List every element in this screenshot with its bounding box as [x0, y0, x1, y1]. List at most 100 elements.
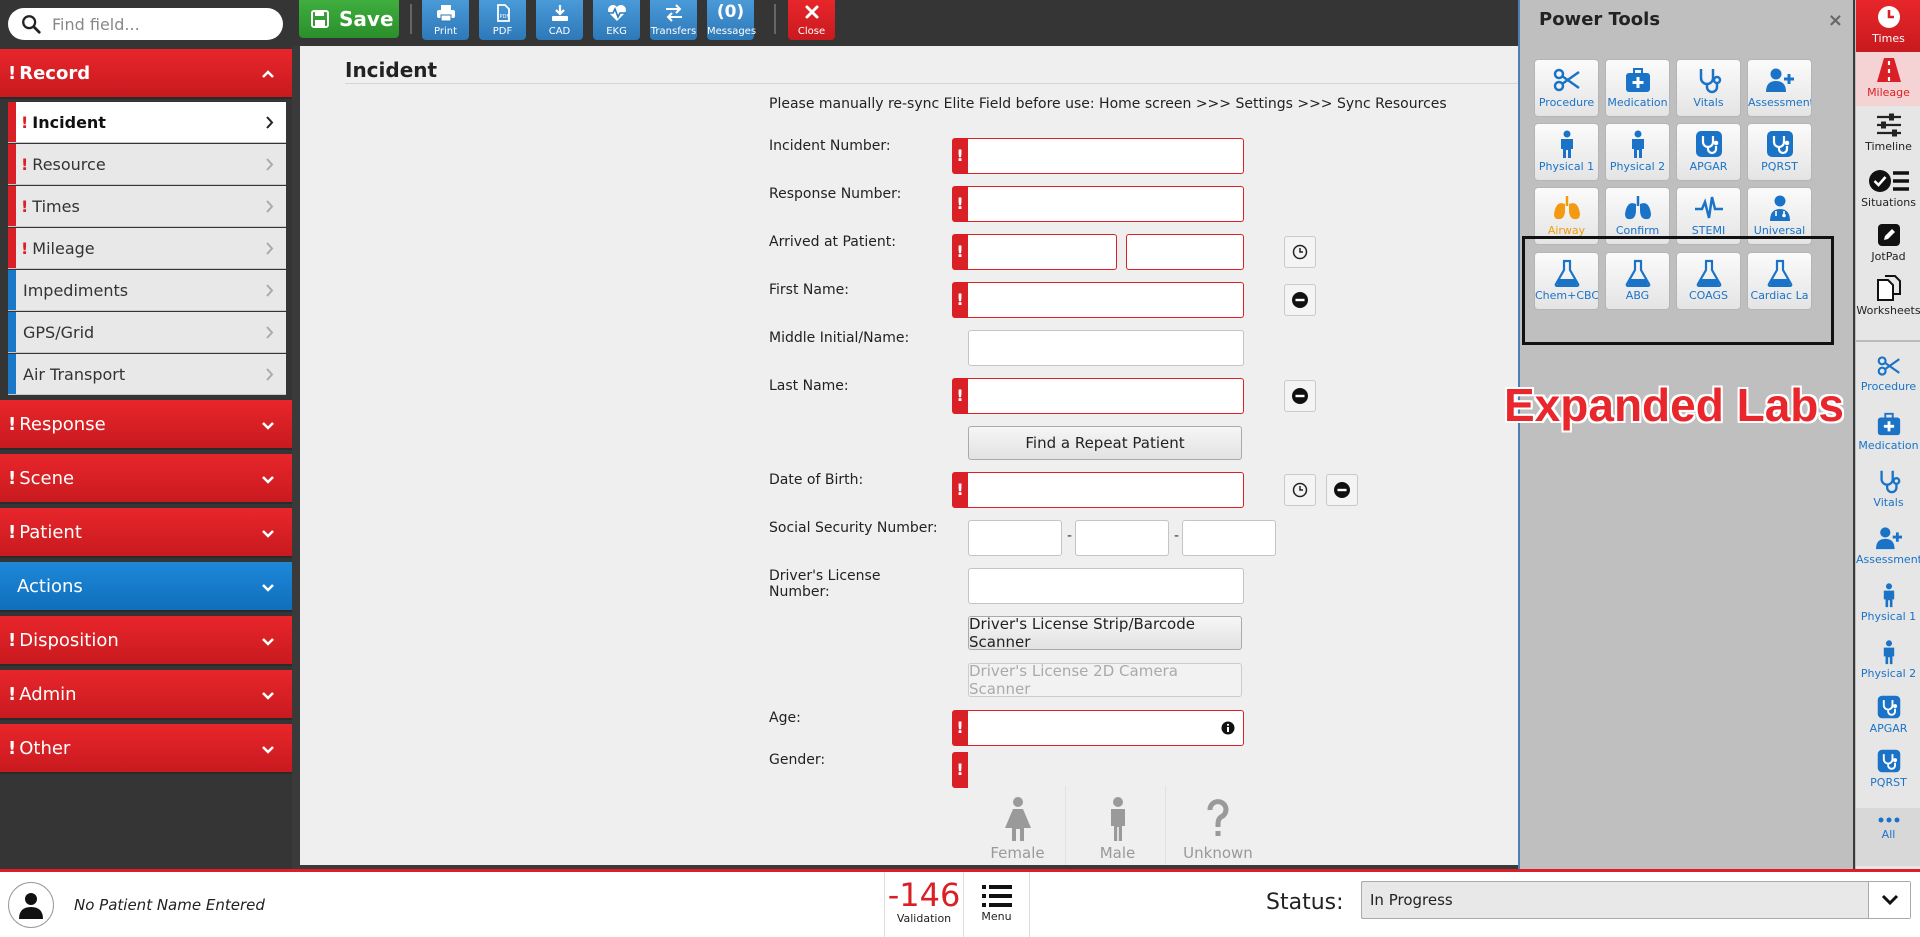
download-icon [551, 5, 568, 21]
section-other[interactable]: ! Other [0, 724, 292, 774]
rail-item-timeline[interactable]: Timeline [1856, 112, 1920, 153]
rail-item-times[interactable]: Times [1856, 0, 1920, 52]
road-icon [1876, 58, 1901, 82]
tile-physical-2[interactable]: Physical 2 [1605, 123, 1670, 181]
search-input[interactable] [52, 14, 272, 34]
age-field[interactable] [968, 710, 1244, 746]
tile-assessment[interactable]: Assessment [1747, 59, 1812, 117]
rail-item-jotpad[interactable]: JotPad [1856, 222, 1920, 263]
rail-item-physical-2[interactable]: Physical 2 [1856, 639, 1920, 680]
date-of-birth-field[interactable] [968, 472, 1244, 508]
section-patient[interactable]: ! Patient [0, 508, 292, 558]
last-name-clear-button[interactable] [1284, 380, 1316, 412]
rail-item-mileage[interactable]: Mileage [1856, 52, 1920, 106]
pdf-button[interactable]: PDF PDF [479, 0, 526, 40]
sidebar-item-gps-grid[interactable]: GPS/Grid [8, 312, 286, 353]
gender-female-option[interactable]: Female [970, 786, 1066, 865]
doctor-icon [1769, 195, 1790, 221]
section-scene[interactable]: ! Scene [0, 454, 292, 504]
cad-button[interactable]: CAD [536, 0, 583, 40]
rail-item-vitals[interactable]: Vitals [1856, 468, 1920, 509]
section-response[interactable]: ! Response [0, 400, 292, 450]
incident-number-field[interactable] [968, 138, 1244, 174]
section-actions[interactable]: Actions [0, 562, 292, 612]
section-admin[interactable]: ! Admin [0, 670, 292, 720]
print-button[interactable]: Print [422, 0, 469, 40]
tile-apgar[interactable]: APGAR [1676, 123, 1741, 181]
list-menu-icon [981, 885, 1012, 907]
close-icon [805, 5, 818, 19]
tile-physical-1[interactable]: Physical 1 [1534, 123, 1599, 181]
dl-barcode-scanner-button[interactable]: Driver's License Strip/Barcode Scanner [968, 615, 1242, 651]
tile-procedure[interactable]: Procedure [1534, 59, 1599, 117]
floppy-icon [311, 10, 329, 28]
sidebar-item-resource[interactable]: ! Resource [8, 144, 286, 185]
more-dots-icon [1878, 817, 1899, 823]
first-name-field[interactable] [968, 282, 1244, 318]
rail-item-physical-1[interactable]: Physical 1 [1856, 582, 1920, 623]
rail-item-worksheets[interactable]: Worksheets [1856, 274, 1920, 317]
section-label: Admin [19, 683, 77, 705]
response-number-field[interactable] [968, 186, 1244, 222]
tile-label: Physical 2 [1609, 160, 1666, 173]
rail-label: Assessment [1856, 553, 1920, 566]
rail-item-procedure[interactable]: Procedure [1856, 354, 1920, 393]
dob-clock-button[interactable] [1284, 474, 1316, 506]
middle-name-field[interactable] [968, 330, 1244, 366]
power-tools-close-button[interactable]: × [1828, 10, 1843, 31]
ekg-button[interactable]: EKG [593, 0, 640, 40]
dl-camera-scanner-button[interactable]: Driver's License 2D Camera Scanner [968, 662, 1242, 698]
avatar[interactable] [8, 882, 54, 928]
field-search[interactable] [8, 8, 283, 40]
ssn-part3-field[interactable] [1182, 520, 1276, 556]
arrived-clock-button[interactable] [1284, 236, 1316, 268]
svg-text:PDF: PDF [499, 14, 509, 20]
rail-item-assessment[interactable]: Assessment [1856, 525, 1920, 566]
chevron-right-icon [266, 326, 274, 339]
ssn-part2-field[interactable] [1075, 520, 1169, 556]
tile-vitals[interactable]: Vitals [1676, 59, 1741, 117]
find-repeat-patient-button[interactable]: Find a Repeat Patient [968, 426, 1242, 460]
info-icon[interactable] [1221, 721, 1235, 735]
messages-button[interactable]: (0) Messages [707, 0, 756, 40]
arrived-date-field[interactable] [968, 234, 1117, 270]
rail-label: APGAR [1869, 722, 1908, 735]
dob-clear-button[interactable] [1326, 474, 1358, 506]
sidebar-item-air-transport[interactable]: Air Transport [8, 354, 286, 395]
drivers-license-label-line1: Driver's License [769, 568, 881, 584]
rail-item-all[interactable]: All [1856, 808, 1920, 866]
section-disposition[interactable]: ! Disposition [0, 616, 292, 666]
last-name-field[interactable] [968, 378, 1244, 414]
status-select[interactable]: In Progress [1361, 881, 1911, 919]
heartbeat-icon [1694, 196, 1723, 219]
tile-label: Physical 1 [1538, 160, 1595, 173]
gender-male-option[interactable]: Male [1070, 786, 1166, 865]
tile-medication[interactable]: Medication [1605, 59, 1670, 117]
rail-item-apgar[interactable]: APGAR [1856, 694, 1920, 735]
save-button[interactable]: Save [299, 0, 399, 38]
first-name-clear-button[interactable] [1284, 284, 1316, 316]
close-button[interactable]: Close [788, 0, 835, 40]
transfers-button[interactable]: Transfers [650, 0, 697, 40]
validation-counter[interactable]: -146 Validation [884, 872, 964, 937]
messages-count: (0) [716, 2, 745, 22]
rail-item-medication[interactable]: Medication [1856, 411, 1920, 452]
rail-item-situations[interactable]: Situations [1856, 168, 1920, 209]
arrived-time-field[interactable] [1126, 234, 1244, 270]
sidebar-item-incident[interactable]: ! Incident [8, 102, 286, 143]
sidebar-item-times[interactable]: ! Times [8, 186, 286, 227]
status-dropdown-toggle[interactable] [1868, 882, 1910, 918]
menu-button[interactable]: Menu [964, 872, 1030, 937]
lungs-icon [1553, 196, 1580, 220]
drivers-license-field[interactable] [968, 568, 1244, 604]
gender-unknown-option[interactable]: Unknown [1170, 786, 1266, 865]
clock-icon [1877, 6, 1900, 28]
sidebar-item-impediments[interactable]: Impediments [8, 270, 286, 311]
ssn-part1-field[interactable] [968, 520, 1062, 556]
rail-item-pqrst[interactable]: PQRST [1856, 748, 1920, 789]
person-icon [1883, 583, 1894, 608]
sidebar-item-mileage[interactable]: ! Mileage [8, 228, 286, 269]
section-record[interactable]: ! Record [0, 49, 292, 99]
tile-label: Medication [1607, 96, 1668, 109]
tile-pqrst[interactable]: PQRST [1747, 123, 1812, 181]
